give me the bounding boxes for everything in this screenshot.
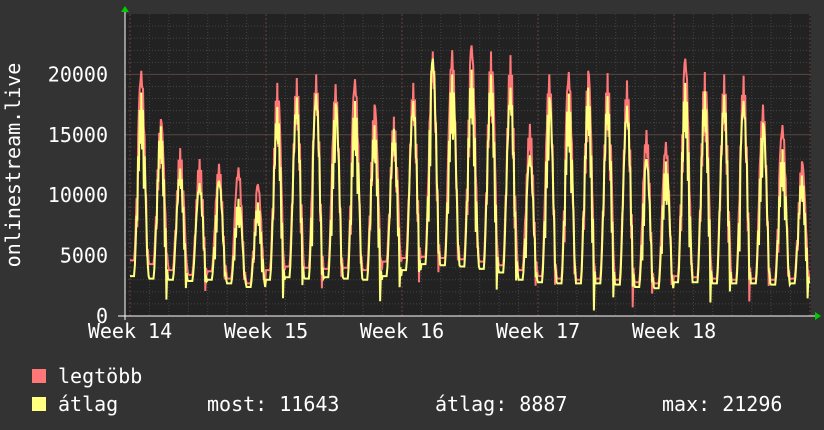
legend-swatch-average bbox=[32, 397, 46, 411]
legend-label-average: átlag bbox=[58, 392, 119, 416]
x-tick-label: Week 17 bbox=[496, 319, 580, 343]
legend: legtöbb átlag bbox=[32, 362, 142, 418]
stat-average: átlag: 8887 bbox=[435, 392, 568, 416]
y-tick-labels: 05000100001500020000 bbox=[48, 62, 108, 328]
legend-item-max: legtöbb bbox=[32, 362, 142, 390]
y-tick-label: 10000 bbox=[48, 183, 108, 207]
stat-current: most: 11643 bbox=[207, 392, 340, 416]
x-axis-arrow bbox=[815, 312, 821, 320]
x-tick-label: Week 16 bbox=[360, 319, 444, 343]
y-tick-label: 15000 bbox=[48, 123, 108, 147]
x-tick-label: Week 14 bbox=[88, 319, 172, 343]
x-tick-label: Week 15 bbox=[224, 319, 308, 343]
x-tick-labels: Week 14 Week 15 Week 16 Week 17 Week 18 bbox=[88, 319, 716, 343]
x-tick-label: Week 18 bbox=[632, 319, 716, 343]
y-axis-arrow bbox=[121, 6, 129, 12]
legend-label-max: legtöbb bbox=[58, 364, 143, 388]
legend-item-average: átlag bbox=[32, 390, 142, 418]
y-tick-label: 5000 bbox=[60, 244, 108, 268]
legend-swatch-max bbox=[32, 369, 46, 383]
stat-max: max: 21296 bbox=[662, 392, 783, 416]
y-axis-label: onlinestream.live bbox=[1, 63, 25, 268]
y-tick-label: 20000 bbox=[48, 62, 108, 86]
